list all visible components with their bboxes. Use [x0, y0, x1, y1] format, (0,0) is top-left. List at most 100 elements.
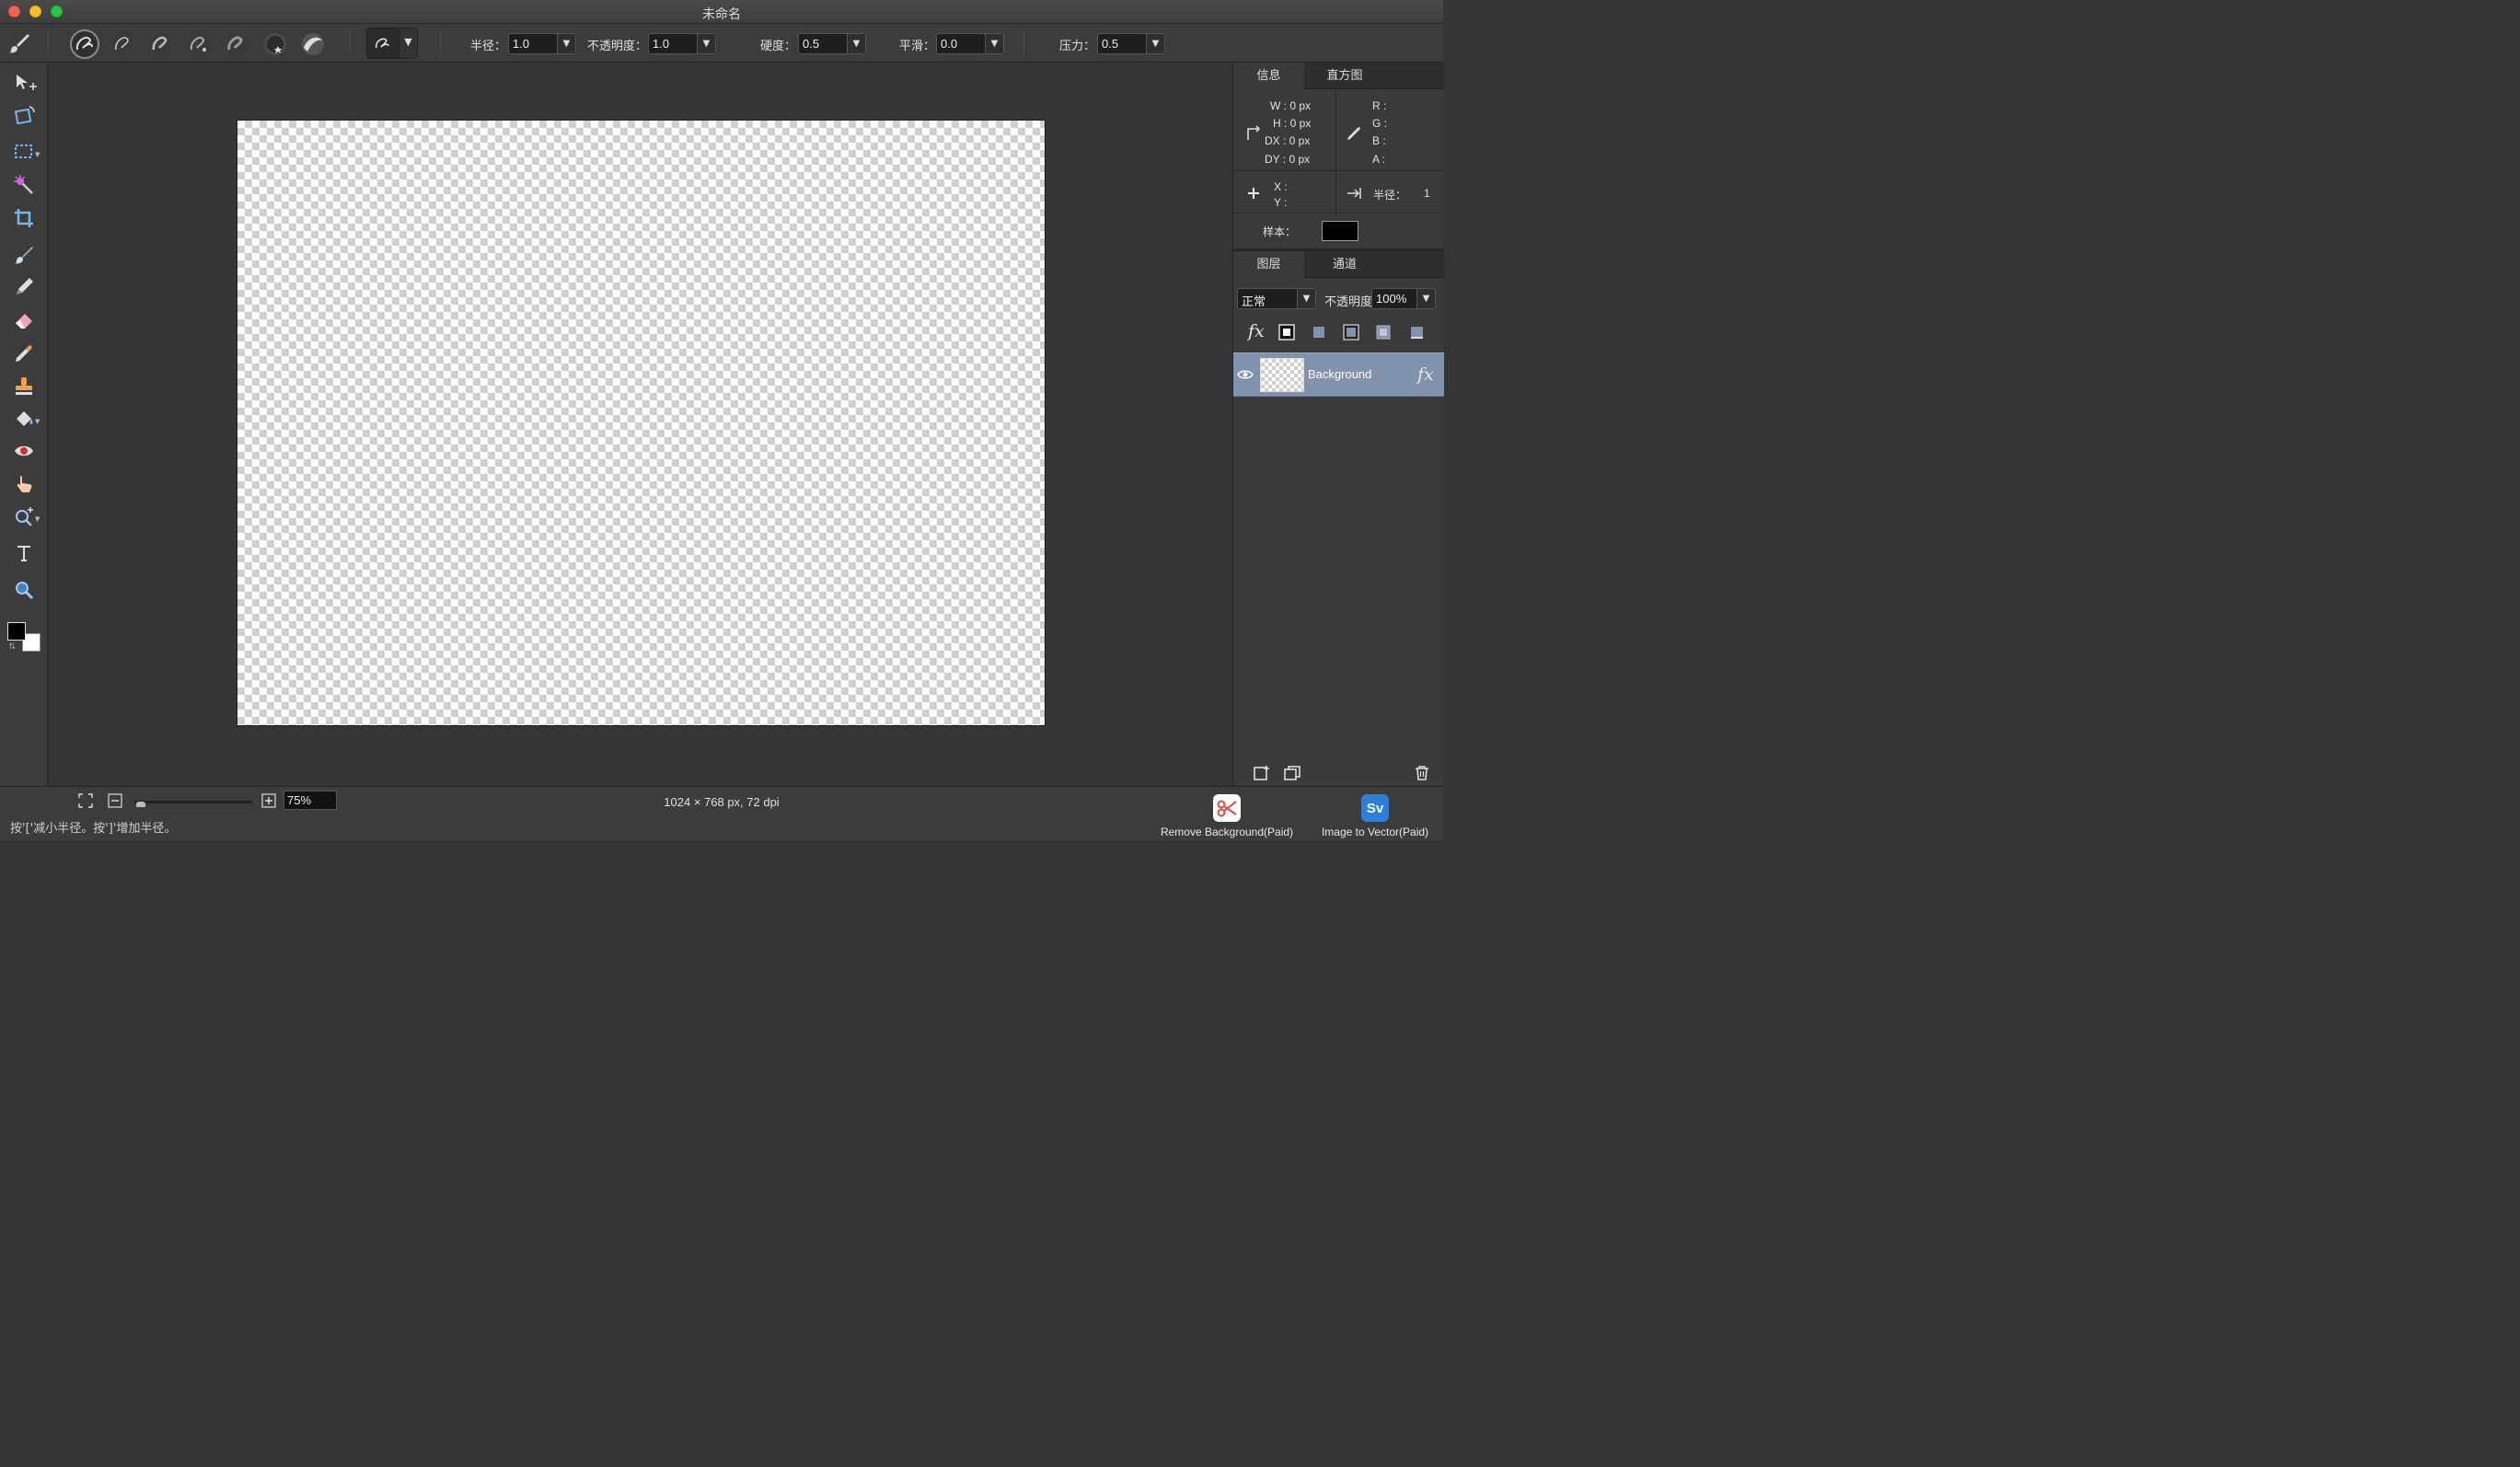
pressure-combo[interactable]: 0.5 ▼ — [1097, 33, 1165, 54]
pencil-tool-button[interactable] — [6, 273, 42, 301]
style-preset-2[interactable] — [1310, 323, 1328, 341]
tab-channels[interactable]: 通道 — [1311, 251, 1379, 278]
chevron-down-icon[interactable]: ▼ — [985, 34, 1003, 53]
sample-radius-label: 半径： — [1373, 189, 1407, 202]
pressure-value[interactable]: 0.5 — [1102, 37, 1118, 51]
brush-preset-6[interactable] — [260, 29, 290, 59]
swap-colors-icon[interactable]: ⮁ — [8, 642, 15, 652]
chevron-down-icon[interactable]: ▼ — [847, 34, 865, 53]
crop-tool-button[interactable] — [6, 204, 42, 232]
radius-value[interactable]: 1.0 — [513, 37, 529, 51]
fx-icon[interactable]: fx — [1248, 321, 1265, 341]
brush-icon — [15, 247, 33, 264]
zoom-tool-button[interactable]: ▼ — [6, 502, 42, 530]
opacity-combo[interactable]: 1.0 ▼ — [648, 33, 716, 54]
marquee-icon — [15, 144, 32, 158]
tab-histogram[interactable]: 直方图 — [1311, 63, 1379, 89]
brush-picker[interactable]: ▼ — [366, 28, 418, 59]
red-eye-tool-button[interactable] — [6, 437, 42, 465]
arrow-right-icon — [1347, 188, 1361, 199]
smooth-value[interactable]: 0.0 — [941, 37, 957, 51]
layer-thumbnail[interactable] — [1260, 358, 1304, 392]
eyedropper-icon — [16, 345, 32, 362]
hand-tool-button[interactable] — [6, 470, 42, 498]
info-width: W : 0 px — [1270, 99, 1312, 112]
vector-app-icon: Sv — [1361, 794, 1389, 822]
layer-row-background[interactable]: Background fx — [1233, 352, 1444, 397]
info-y: Y : — [1274, 196, 1288, 209]
chevron-down-icon[interactable]: ▼ — [399, 29, 417, 58]
eyedropper-tool-button[interactable] — [6, 340, 42, 367]
marquee-tool-button[interactable]: ▼ — [6, 138, 42, 166]
layer-opacity-value[interactable]: 100% — [1376, 292, 1406, 306]
eye-visibility-icon[interactable] — [1237, 368, 1254, 381]
magic-wand-tool-button[interactable] — [6, 171, 42, 199]
style-preset-3[interactable] — [1342, 323, 1360, 341]
image-to-vector-label[interactable]: Image to Vector(Paid) — [1314, 826, 1436, 838]
hardness-value[interactable]: 0.5 — [803, 37, 819, 51]
move-tool-button[interactable] — [6, 68, 42, 96]
canvas-workspace[interactable] — [49, 63, 1232, 786]
stamp-tool-button[interactable] — [6, 373, 42, 400]
brush-preset-4[interactable] — [184, 29, 214, 59]
info-a: A : — [1372, 153, 1386, 166]
tab-layers[interactable]: 图层 — [1233, 251, 1304, 278]
remove-background-label[interactable]: Remove Background(Paid) — [1154, 826, 1300, 838]
chevron-down-icon: ▼ — [35, 151, 40, 158]
brush-preset-3[interactable] — [146, 29, 176, 59]
style-preset-4[interactable] — [1374, 323, 1393, 341]
eraser-icon — [16, 314, 32, 329]
sample-radius-value[interactable]: 1 — [1424, 187, 1430, 200]
chevron-down-icon[interactable]: ▼ — [557, 34, 575, 53]
smooth-combo[interactable]: 0.0 ▼ — [936, 33, 1004, 54]
corner-arrow-icon — [1247, 125, 1261, 140]
zoom-view-button[interactable] — [6, 576, 42, 604]
right-panel: 信息 直方图 W : 0 px H : 0 px DX : 0 px DY : … — [1232, 63, 1444, 786]
chevron-down-icon[interactable]: ▼ — [1416, 289, 1435, 308]
style-preset-1[interactable] — [1277, 323, 1296, 341]
foreground-color[interactable] — [7, 622, 26, 641]
tab-info[interactable]: 信息 — [1233, 63, 1304, 89]
eraser-tool-button[interactable] — [6, 306, 42, 334]
brush-preset-2[interactable] — [109, 29, 138, 59]
brush-icon — [6, 31, 33, 55]
remove-background-button[interactable]: Remove Background(Paid) — [1154, 794, 1300, 838]
duplicate-layer-button[interactable] — [1282, 764, 1302, 782]
text-tool-button[interactable] — [6, 539, 42, 567]
sample-swatch — [1322, 221, 1358, 241]
fill-tool-button[interactable]: ▼ — [6, 405, 42, 433]
transform-tool-button[interactable] — [6, 101, 42, 129]
style-preset-5[interactable] — [1407, 323, 1426, 341]
document-canvas[interactable] — [237, 120, 1046, 726]
magnifier-icon — [16, 582, 34, 600]
info-x: X : — [1274, 180, 1288, 193]
color-swatches[interactable]: ⮁ — [7, 622, 44, 655]
divider — [1233, 213, 1444, 214]
separator — [440, 29, 441, 57]
brush-preset-1[interactable] — [70, 29, 99, 59]
fx-icon[interactable]: fx — [1417, 364, 1434, 385]
opacity-value[interactable]: 1.0 — [653, 37, 669, 51]
image-to-vector-button[interactable]: Sv Image to Vector(Paid) — [1314, 794, 1436, 838]
scissors-icon — [1213, 794, 1241, 822]
style-square-icon — [1313, 327, 1324, 338]
new-layer-button[interactable] — [1252, 764, 1272, 782]
delete-layer-button[interactable] — [1412, 764, 1432, 782]
radius-combo[interactable]: 1.0 ▼ — [508, 33, 576, 54]
style-square-icon — [1343, 324, 1359, 341]
blend-mode-value[interactable]: 正常 — [1242, 292, 1266, 309]
brush-tool-button[interactable] — [6, 241, 42, 269]
layer-opacity-combo[interactable]: 100% ▼ — [1371, 288, 1436, 309]
brush-preset-5[interactable] — [222, 29, 251, 59]
chevron-down-icon[interactable]: ▼ — [1146, 34, 1164, 53]
blend-mode-select[interactable]: 正常 ▼ — [1237, 288, 1316, 309]
status-hint: 按'['减小半径。按']'增加半径。 — [10, 822, 177, 836]
eyedropper-icon — [1347, 127, 1360, 140]
paint-bucket-icon — [17, 411, 33, 426]
chevron-down-icon[interactable]: ▼ — [1297, 289, 1315, 308]
layer-name[interactable]: Background — [1308, 367, 1371, 381]
chevron-down-icon[interactable]: ▼ — [697, 34, 715, 53]
hardness-combo[interactable]: 0.5 ▼ — [798, 33, 866, 54]
info-dx: DX : 0 px — [1265, 134, 1311, 147]
brush-preset-7[interactable] — [298, 29, 328, 59]
